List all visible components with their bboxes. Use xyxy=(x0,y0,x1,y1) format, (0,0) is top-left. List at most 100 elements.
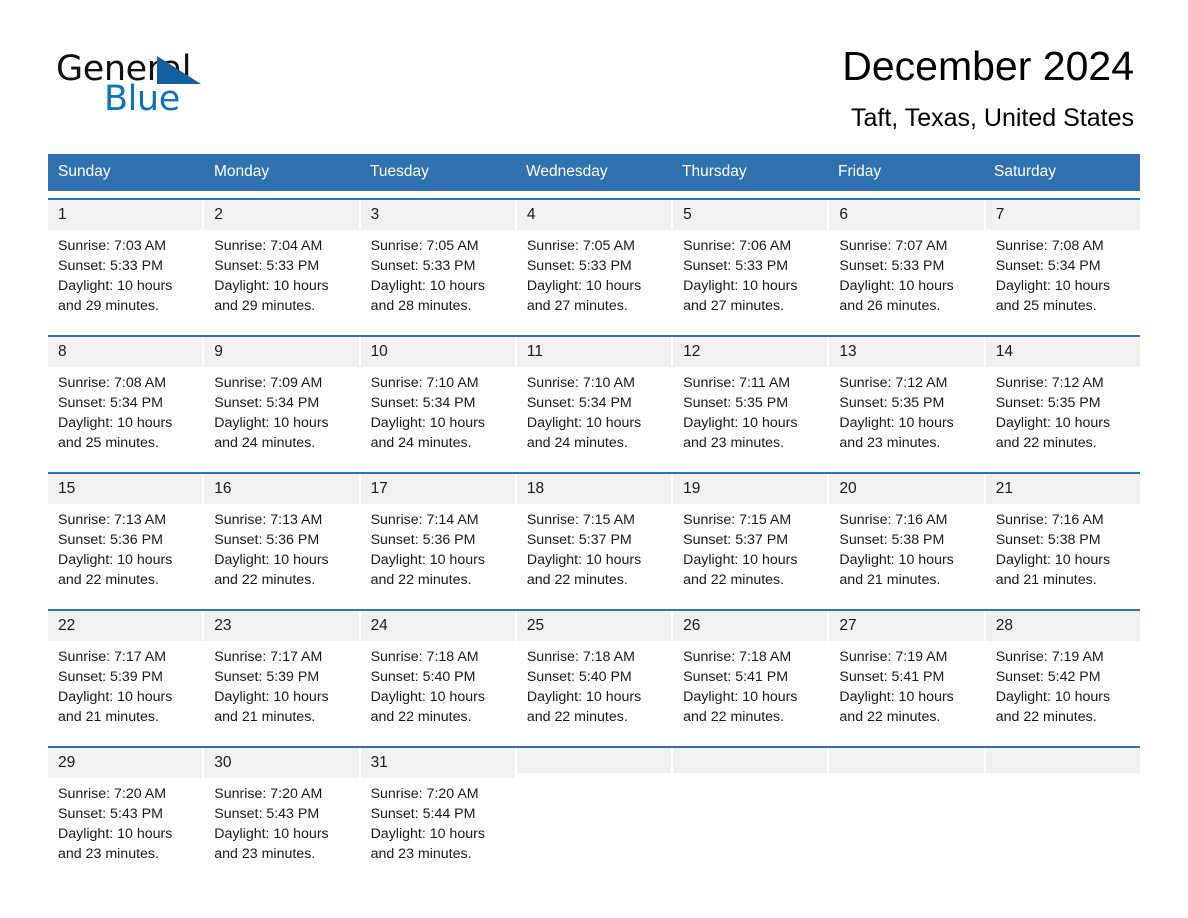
sunrise-text: Sunrise: 7:17 AM xyxy=(214,649,323,666)
day-number: 23 xyxy=(204,610,359,642)
day-details: Sunrise: 7:08 AM Sunset: 5:34 PM Dayligh… xyxy=(48,367,202,454)
title-block: December 2024 Taft, Texas, United States xyxy=(842,43,1134,133)
sunrise-text: Sunrise: 7:15 AM xyxy=(526,512,635,529)
day-cell[interactable]: 21 Sunrise: 7:16 AM Sunset: 5:38 PM Dayl… xyxy=(985,473,1140,602)
sunrise-text: Sunrise: 7:10 AM xyxy=(370,375,479,392)
week-row: 22 Sunrise: 7:17 AM Sunset: 5:39 PM Dayl… xyxy=(48,608,1140,739)
weekday-wednesday: Wednesday xyxy=(526,162,608,180)
day-cell[interactable]: 31 Sunrise: 7:20 AM Sunset: 5:44 PM Dayl… xyxy=(360,747,515,876)
sunrise-text: Sunrise: 7:05 AM xyxy=(526,238,635,255)
day-details: Sunrise: 7:12 AM Sunset: 5:35 PM Dayligh… xyxy=(986,367,1140,454)
day-cell[interactable]: 26 Sunrise: 7:18 AM Sunset: 5:41 PM Dayl… xyxy=(673,610,828,739)
day-details: Sunrise: 7:20 AM Sunset: 5:44 PM Dayligh… xyxy=(361,778,515,865)
day-cell[interactable]: 23 Sunrise: 7:17 AM Sunset: 5:39 PM Dayl… xyxy=(204,610,359,739)
day-cell[interactable]: 14 Sunrise: 7:12 AM Sunset: 5:35 PM Dayl… xyxy=(985,336,1140,465)
day-cell[interactable]: 17 Sunrise: 7:14 AM Sunset: 5:36 PM Dayl… xyxy=(360,473,515,602)
sunset-text: Sunset: 5:35 PM xyxy=(839,395,945,411)
day-cell[interactable]: 5 Sunrise: 7:06 AM Sunset: 5:33 PM Dayli… xyxy=(673,199,828,328)
day-cell[interactable]: 20 Sunrise: 7:16 AM Sunset: 5:38 PM Dayl… xyxy=(829,473,984,602)
day-number xyxy=(985,747,1140,773)
day-details: Sunrise: 7:12 AM Sunset: 5:35 PM Dayligh… xyxy=(829,367,983,454)
day-cell[interactable]: 24 Sunrise: 7:18 AM Sunset: 5:40 PM Dayl… xyxy=(360,610,515,739)
day-cell[interactable]: 25 Sunrise: 7:18 AM Sunset: 5:40 PM Dayl… xyxy=(516,610,672,739)
day-details: Sunrise: 7:15 AM Sunset: 5:37 PM Dayligh… xyxy=(517,504,671,591)
daylight-text-line1: Daylight: 10 hours xyxy=(370,688,485,705)
sunset-text: Sunset: 5:35 PM xyxy=(683,395,789,411)
sunset-text: Sunset: 5:39 PM xyxy=(214,669,320,685)
day-number: 28 xyxy=(985,610,1140,642)
day-cell[interactable]: 18 Sunrise: 7:15 AM Sunset: 5:37 PM Dayl… xyxy=(516,473,672,602)
day-cell[interactable]: 15 Sunrise: 7:13 AM Sunset: 5:36 PM Dayl… xyxy=(48,473,203,602)
sunrise-text: Sunrise: 7:05 AM xyxy=(370,238,479,255)
day-cell[interactable]: 28 Sunrise: 7:19 AM Sunset: 5:42 PM Dayl… xyxy=(985,610,1140,739)
day-cell[interactable]: 30 Sunrise: 7:20 AM Sunset: 5:43 PM Dayl… xyxy=(204,747,359,876)
daylight-text-line1: Daylight: 10 hours xyxy=(995,277,1111,294)
day-cell[interactable]: 13 Sunrise: 7:12 AM Sunset: 5:35 PM Dayl… xyxy=(829,336,984,465)
day-cell[interactable]: 10 Sunrise: 7:10 AM Sunset: 5:34 PM Dayl… xyxy=(360,336,515,465)
sunset-text: Sunset: 5:41 PM xyxy=(683,669,789,685)
daylight-text-line2: and 25 minutes. xyxy=(995,297,1097,314)
day-details: Sunrise: 7:20 AM Sunset: 5:43 PM Dayligh… xyxy=(204,778,358,865)
day-cell[interactable]: 19 Sunrise: 7:15 AM Sunset: 5:37 PM Dayl… xyxy=(673,473,828,602)
daylight-text-line1: Daylight: 10 hours xyxy=(58,414,173,431)
daylight-text-line2: and 29 minutes. xyxy=(214,297,316,314)
day-details xyxy=(986,773,1140,780)
sunset-text: Sunset: 5:38 PM xyxy=(839,532,945,548)
day-details: Sunrise: 7:15 AM Sunset: 5:37 PM Dayligh… xyxy=(673,504,827,591)
day-details: Sunrise: 7:14 AM Sunset: 5:36 PM Dayligh… xyxy=(361,504,515,591)
sunrise-text: Sunrise: 7:16 AM xyxy=(995,512,1104,529)
sunset-text: Sunset: 5:39 PM xyxy=(58,669,163,685)
day-number: 10 xyxy=(360,336,515,368)
daylight-text-line2: and 25 minutes. xyxy=(58,434,159,451)
day-cell[interactable]: 7 Sunrise: 7:08 AM Sunset: 5:34 PM Dayli… xyxy=(985,199,1140,328)
weekday-friday: Friday xyxy=(838,162,882,180)
daylight-text-line1: Daylight: 10 hours xyxy=(214,414,329,431)
sunrise-text: Sunrise: 7:07 AM xyxy=(839,238,948,255)
day-details: Sunrise: 7:06 AM Sunset: 5:33 PM Dayligh… xyxy=(673,230,827,317)
day-number: 15 xyxy=(48,473,203,505)
sunset-text: Sunset: 5:33 PM xyxy=(839,258,945,274)
day-cell[interactable]: 2 Sunrise: 7:04 AM Sunset: 5:33 PM Dayli… xyxy=(204,199,359,328)
day-cell[interactable]: 12 Sunrise: 7:11 AM Sunset: 5:35 PM Dayl… xyxy=(673,336,828,465)
daylight-text-line1: Daylight: 10 hours xyxy=(58,825,173,842)
sunset-text: Sunset: 5:34 PM xyxy=(370,395,476,411)
sunrise-text: Sunrise: 7:06 AM xyxy=(683,238,792,255)
day-cell[interactable]: 11 Sunrise: 7:10 AM Sunset: 5:34 PM Dayl… xyxy=(516,336,672,465)
day-details: Sunrise: 7:18 AM Sunset: 5:41 PM Dayligh… xyxy=(673,641,827,728)
day-number: 18 xyxy=(516,473,672,505)
day-cell[interactable]: 1 Sunrise: 7:03 AM Sunset: 5:33 PM Dayli… xyxy=(48,199,203,328)
daylight-text-line2: and 26 minutes. xyxy=(839,297,941,314)
day-details: Sunrise: 7:07 AM Sunset: 5:33 PM Dayligh… xyxy=(829,230,983,317)
daylight-text-line2: and 22 minutes. xyxy=(370,708,472,725)
generalblue-logo[interactable]: General Blue xyxy=(56,44,256,118)
week-row: 1 Sunrise: 7:03 AM Sunset: 5:33 PM Dayli… xyxy=(48,197,1140,328)
day-cell[interactable]: 16 Sunrise: 7:13 AM Sunset: 5:36 PM Dayl… xyxy=(204,473,359,602)
day-cell[interactable]: 27 Sunrise: 7:19 AM Sunset: 5:41 PM Dayl… xyxy=(829,610,984,739)
sunrise-text: Sunrise: 7:04 AM xyxy=(214,238,323,255)
daylight-text-line2: and 24 minutes. xyxy=(214,434,316,451)
sunset-text: Sunset: 5:43 PM xyxy=(214,806,320,822)
daylight-text-line2: and 23 minutes. xyxy=(214,845,316,862)
daylight-text-line2: and 23 minutes. xyxy=(370,845,472,862)
day-cell-empty xyxy=(985,747,1140,876)
daylight-text-line2: and 22 minutes. xyxy=(370,571,472,588)
sunset-text: Sunset: 5:33 PM xyxy=(370,258,476,274)
day-cell[interactable]: 22 Sunrise: 7:17 AM Sunset: 5:39 PM Dayl… xyxy=(48,610,203,739)
sunrise-text: Sunrise: 7:20 AM xyxy=(214,786,323,803)
day-cell-empty xyxy=(829,747,984,876)
day-cell[interactable]: 6 Sunrise: 7:07 AM Sunset: 5:33 PM Dayli… xyxy=(829,199,984,328)
daylight-text-line1: Daylight: 10 hours xyxy=(214,551,329,568)
daylight-text-line1: Daylight: 10 hours xyxy=(839,551,954,568)
calendar-page: General Blue December 2024 Taft, Texas, … xyxy=(0,0,1188,918)
sunset-text: Sunset: 5:41 PM xyxy=(839,669,945,685)
day-cell[interactable]: 8 Sunrise: 7:08 AM Sunset: 5:34 PM Dayli… xyxy=(48,336,203,465)
day-number xyxy=(673,747,828,773)
day-details: Sunrise: 7:10 AM Sunset: 5:34 PM Dayligh… xyxy=(361,367,515,454)
day-cell[interactable]: 3 Sunrise: 7:05 AM Sunset: 5:33 PM Dayli… xyxy=(360,199,515,328)
day-cell[interactable]: 4 Sunrise: 7:05 AM Sunset: 5:33 PM Dayli… xyxy=(516,199,672,328)
day-details: Sunrise: 7:09 AM Sunset: 5:34 PM Dayligh… xyxy=(204,367,358,454)
sunrise-text: Sunrise: 7:20 AM xyxy=(58,786,167,803)
day-cell[interactable]: 9 Sunrise: 7:09 AM Sunset: 5:34 PM Dayli… xyxy=(204,336,359,465)
day-cell[interactable]: 29 Sunrise: 7:20 AM Sunset: 5:43 PM Dayl… xyxy=(48,747,203,876)
sunrise-text: Sunrise: 7:16 AM xyxy=(839,512,948,529)
